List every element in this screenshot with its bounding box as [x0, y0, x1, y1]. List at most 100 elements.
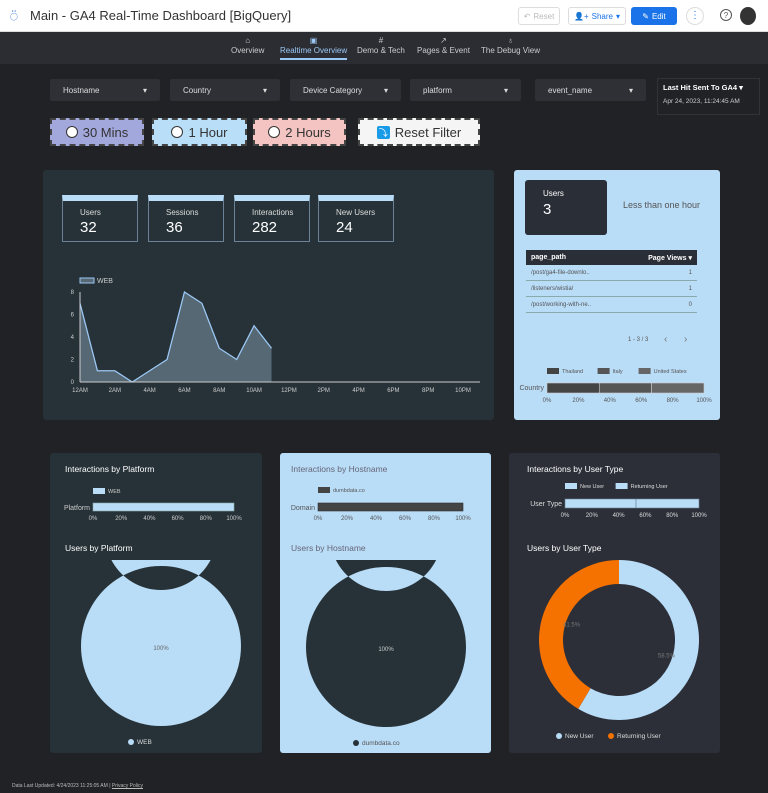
- clock-icon: [65, 126, 78, 138]
- table-row[interactable]: /post/ga4-file-downlo.. 1: [526, 265, 697, 281]
- x-tick-label: 80%: [200, 516, 213, 522]
- legend-swatch: [565, 483, 577, 489]
- tab-label: Pages & Event: [417, 46, 470, 55]
- score-value: 3: [543, 201, 552, 218]
- tab-debug-view[interactable]: ♁ The Debug View: [481, 36, 540, 55]
- share-button[interactable]: 👤+ Share ▾: [568, 7, 626, 25]
- table-row[interactable]: /post/working-with-ne.. 0: [526, 297, 697, 313]
- score-label: Interactions: [252, 208, 294, 217]
- more-options-icon[interactable]: ⋮: [686, 7, 704, 25]
- x-tick-label: 20%: [572, 398, 585, 404]
- legend-label: New User: [565, 733, 594, 740]
- tab-realtime-overview[interactable]: ▣ Realtime Overview: [280, 36, 348, 60]
- button-label: 30 Mins: [82, 124, 129, 140]
- hostname-donut-chart: 100% dumbdata.co: [305, 560, 466, 747]
- report-title: Main - GA4 Real-Time Dashboard [BigQuery…: [30, 8, 292, 23]
- x-tick-label: 100%: [696, 398, 712, 404]
- x-tick-label: 80%: [667, 398, 680, 404]
- x-tick-label: 100%: [455, 516, 471, 522]
- 1-hour-button[interactable]: 1 Hour: [152, 118, 247, 146]
- y-tick-label: 8: [71, 290, 75, 296]
- bar-segment-new-user: [564, 498, 637, 509]
- x-tick-label: 60%: [172, 516, 185, 522]
- pagination-label: 1 - 3 / 3: [628, 337, 649, 343]
- country-filter[interactable]: Country ▾: [170, 79, 280, 101]
- clock-icon: [268, 126, 281, 138]
- button-label: Reset Filter: [394, 124, 462, 140]
- legend-label: Returning User: [617, 733, 662, 740]
- axis-label: Domain: [291, 505, 315, 512]
- x-tick-label: 20%: [115, 516, 128, 522]
- scorecard-new-users: New Users 24: [318, 195, 394, 242]
- clock-icon: [171, 126, 184, 138]
- score-label: New Users: [336, 208, 376, 217]
- 2-hours-button[interactable]: 2 Hours: [253, 118, 346, 146]
- x-tick-label: 6PM: [387, 388, 399, 394]
- x-tick-label: 80%: [428, 516, 441, 522]
- x-tick-label: 20%: [586, 513, 599, 519]
- score-value: 282: [252, 219, 278, 236]
- platform-donut-chart: 100% WEB: [80, 560, 241, 746]
- page-views-cell: 1: [688, 269, 692, 276]
- legend-swatch: [597, 368, 610, 374]
- legend-label: United States: [654, 369, 687, 375]
- slice-label: 100%: [153, 646, 169, 652]
- legend-dot: [353, 740, 359, 746]
- column-header[interactable]: page_path: [531, 254, 566, 261]
- avatar[interactable]: [740, 7, 756, 25]
- area-fill: [80, 292, 272, 382]
- table-row[interactable]: /listeners/wistia/1: [526, 281, 697, 297]
- x-tick-label: 8PM: [422, 388, 434, 394]
- hostname-filter[interactable]: Hostname ▾: [50, 79, 160, 101]
- dropdown-arrow-icon: ▾: [628, 85, 633, 95]
- report-icon: ▣: [309, 36, 318, 45]
- x-tick-label: 80%: [666, 513, 679, 519]
- slice-label: 100%: [378, 647, 394, 653]
- filter-label: platform: [423, 85, 452, 95]
- last-hit-date-control[interactable]: Last Hit Sent To GA4 ▾ Apr 24, 2023, 11:…: [657, 78, 760, 115]
- x-tick-label: 100%: [226, 516, 242, 522]
- hostname-bar-chart: dumbdata.co Domain 0% 20% 40% 60% 80% 100%: [291, 487, 471, 522]
- slice-dumbdata-co: [305, 560, 466, 727]
- undo-icon: ↶: [523, 11, 531, 21]
- platform-bar-chart: WEB Platform 0% 20% 40% 60% 80% 100%: [64, 488, 242, 522]
- chart-title: Interactions by Platform: [65, 464, 155, 474]
- platform-filter[interactable]: platform ▾: [410, 79, 521, 101]
- edit-button[interactable]: ✎ Edit: [631, 7, 677, 25]
- user-type-donut-chart: 58.5% 41.5% New User Returning User: [539, 560, 699, 740]
- 30-mins-button[interactable]: 30 Mins: [50, 118, 144, 146]
- bar-segment-thailand: [546, 382, 600, 394]
- event-name-filter[interactable]: event_name ▾: [535, 79, 646, 101]
- tab-pages-event[interactable]: ↗ Pages & Event: [417, 36, 470, 55]
- chevron-down-icon[interactable]: ▾: [616, 12, 620, 21]
- chart-title: Users by Hostname: [291, 543, 366, 553]
- x-tick-label: 0%: [89, 516, 98, 522]
- slice-web: [80, 560, 241, 726]
- button-label: 1 Hour: [188, 124, 228, 140]
- filter-label: Device Category: [303, 85, 363, 95]
- reset-filter-button[interactable]: ⤵ Reset Filter: [358, 118, 480, 146]
- x-tick-label: 4PM: [352, 388, 364, 394]
- help-icon[interactable]: ?: [720, 9, 732, 21]
- y-tick-label: 6: [71, 313, 75, 319]
- score-value: 24: [336, 219, 353, 236]
- chart-title: Users by Platform: [65, 543, 133, 553]
- legend-label: New User: [580, 484, 604, 490]
- axis-label: Platform: [64, 505, 90, 512]
- device-category-filter[interactable]: Device Category ▾: [290, 79, 401, 101]
- tab-label: Realtime Overview: [280, 46, 348, 55]
- next-page-icon[interactable]: ›: [684, 334, 687, 345]
- reset-button[interactable]: ↶ Reset: [518, 7, 560, 25]
- privacy-policy-link[interactable]: Privacy Policy: [112, 783, 143, 789]
- bar-segment-returning-user: [635, 498, 700, 509]
- legend-label: WEB: [97, 278, 113, 285]
- tab-overview[interactable]: ⌂ Overview: [231, 36, 264, 55]
- tab-label: Overview: [231, 46, 265, 55]
- column-header-sorted[interactable]: Page Views ▾: [648, 254, 692, 262]
- legend-swatch: [638, 368, 651, 374]
- tab-demo-tech[interactable]: # Demo & Tech: [357, 36, 405, 55]
- prev-page-icon[interactable]: ‹: [664, 334, 667, 345]
- axis-label: User Type: [530, 501, 562, 508]
- filter-label: event_name: [548, 85, 593, 95]
- legend-label: Italy: [613, 369, 623, 375]
